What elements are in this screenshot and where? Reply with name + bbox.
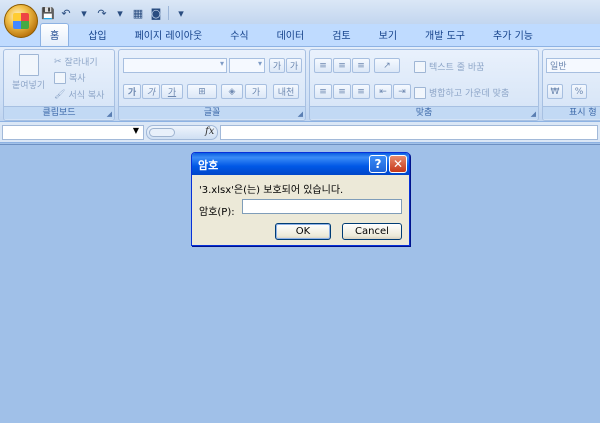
currency-button[interactable]: ₩	[547, 84, 563, 99]
ribbon: 붙여넣기 ✂잘라내기 복사 🖌서식 복사 클립보드 ◢ 가 가 가 가 가 ⊞ …	[0, 46, 600, 122]
password-dialog: 암호 ? ✕ '3.xlsx'은(는) 보호되어 있습니다. 암호(P): OK…	[191, 152, 410, 246]
name-box[interactable]: ▼	[2, 125, 144, 140]
expand-oval[interactable]	[149, 128, 175, 137]
password-label: 암호(P):	[199, 207, 235, 218]
tab-page-layout[interactable]: 페이지 레이아웃	[126, 24, 212, 46]
copy-icon	[54, 71, 66, 84]
clipboard-group: 붙여넣기 ✂ 잘라내기 복사 🖌 서식 복사 클립보드 ◢	[3, 49, 115, 121]
font-size-combo[interactable]	[229, 58, 265, 73]
alignment-group-label: 맞춤	[310, 106, 538, 119]
tab-review[interactable]: 검토	[323, 24, 359, 46]
cancel-button[interactable]: Cancel	[342, 223, 402, 240]
fill-bucket-icon: ◈	[228, 86, 236, 97]
tab-insert[interactable]: 삽입	[79, 24, 115, 46]
insert-function-icon[interactable]: fx	[205, 126, 214, 137]
qat-separator	[168, 6, 169, 20]
format-painter-label: 서식 복사	[68, 91, 105, 101]
align-bottom-button[interactable]: ≡	[352, 58, 370, 73]
font-color-button[interactable]: 가	[245, 84, 267, 99]
underline-button[interactable]: 가	[161, 84, 183, 99]
undo-dropdown-icon[interactable]: ▾	[76, 5, 92, 21]
increase-indent-button[interactable]: ⇥	[393, 84, 411, 99]
ok-button[interactable]: OK	[275, 223, 331, 240]
percent-button[interactable]: %	[571, 84, 587, 99]
formula-bar: ▼ fx	[0, 122, 600, 143]
cut-button[interactable]: ✂ 잘라내기	[54, 55, 98, 69]
grow-font-button[interactable]: 가	[269, 58, 285, 73]
clipboard-group-label: 클립보드	[4, 106, 114, 119]
customize-qat-icon[interactable]: ▾	[173, 5, 189, 21]
copy-label: 복사	[69, 74, 86, 84]
tab-developer[interactable]: 개발 도구	[416, 24, 474, 46]
tab-formulas[interactable]: 수식	[221, 24, 257, 46]
font-name-combo[interactable]	[123, 58, 227, 73]
align-center-button[interactable]: ≡	[333, 84, 351, 99]
brush-icon: 🖌	[54, 89, 66, 100]
dialog-message: '3.xlsx'은(는) 보호되어 있습니다.	[199, 185, 344, 196]
number-format-combo[interactable]: 일반	[546, 58, 600, 73]
format-painter-button[interactable]: 🖌 서식 복사	[54, 88, 105, 102]
font-group-label: 글꼴	[119, 106, 305, 119]
tab-add-ins[interactable]: 추가 기능	[484, 24, 542, 46]
merge-center-button[interactable]: 병합하고 가운데 맞춤	[414, 86, 509, 99]
phonetic-button[interactable]: 내천	[273, 84, 299, 99]
orientation-button[interactable]: ↗	[374, 58, 400, 73]
bold-button[interactable]: 가	[123, 84, 141, 99]
borders-button[interactable]: ⊞	[187, 84, 217, 99]
office-button[interactable]	[4, 4, 38, 38]
align-middle-button[interactable]: ≡	[333, 58, 351, 73]
formula-bar-controls: fx	[146, 125, 218, 140]
wrap-text-label: 텍스트 줄 바꿈	[429, 63, 485, 73]
redo-dropdown-icon[interactable]: ▾	[112, 5, 128, 21]
clipboard-launcher-icon[interactable]: ◢	[107, 110, 112, 118]
align-right-button[interactable]: ≡	[352, 84, 370, 99]
close-button[interactable]: ✕	[389, 155, 407, 173]
font-launcher-icon[interactable]: ◢	[298, 110, 303, 118]
office-logo-icon	[13, 13, 29, 29]
dialog-titlebar[interactable]: 암호 ? ✕	[192, 153, 409, 175]
fill-color-button[interactable]: ◈	[221, 84, 243, 99]
wrap-text-button[interactable]: 텍스트 줄 바꿈	[414, 60, 484, 73]
undo-icon[interactable]: ↶	[58, 5, 74, 21]
number-group: 일반 ₩ % 표시 형	[542, 49, 600, 121]
paste-label: 붙여넣기	[12, 81, 46, 91]
scissors-icon: ✂	[54, 56, 62, 67]
ribbon-tabs: 홈 삽입 페이지 레이아웃 수식 데이터 검토 보기 개발 도구 추가 기능	[40, 23, 552, 46]
camera-icon[interactable]: ◙	[148, 5, 164, 21]
cut-label: 잘라내기	[64, 58, 98, 68]
font-group: 가 가 가 가 가 ⊞ ◈ 가 내천 글꼴 ◢	[118, 49, 306, 121]
wrap-text-icon	[414, 60, 426, 73]
shrink-font-button[interactable]: 가	[286, 58, 302, 73]
alignment-launcher-icon[interactable]: ◢	[531, 110, 536, 118]
paste-icon	[18, 54, 39, 76]
decrease-indent-button[interactable]: ⇤	[374, 84, 392, 99]
borders-icon: ⊞	[198, 86, 206, 97]
paste-button[interactable]: 붙여넣기	[12, 54, 45, 91]
save-icon[interactable]: 💾	[40, 5, 56, 21]
redo-icon[interactable]: ↷	[94, 5, 110, 21]
tab-home[interactable]: 홈	[40, 23, 70, 46]
merge-center-label: 병합하고 가운데 맞춤	[429, 89, 510, 99]
tab-view[interactable]: 보기	[370, 24, 406, 46]
italic-button[interactable]: 가	[142, 84, 160, 99]
copy-button[interactable]: 복사	[54, 71, 86, 84]
password-input[interactable]	[242, 199, 402, 214]
formula-input[interactable]	[220, 125, 598, 140]
align-left-button[interactable]: ≡	[314, 84, 332, 99]
dialog-title: 암호	[198, 159, 219, 172]
name-box-dropdown-icon[interactable]: ▼	[133, 126, 139, 135]
number-group-label: 표시 형	[543, 106, 600, 119]
chart-icon[interactable]: ▦	[130, 5, 146, 21]
help-button[interactable]: ?	[369, 155, 387, 173]
align-top-button[interactable]: ≡	[314, 58, 332, 73]
merge-icon	[414, 86, 426, 99]
quick-access-toolbar: 💾 ↶ ▾ ↷ ▾ ▦ ◙ ▾	[40, 4, 189, 22]
tab-data[interactable]: 데이터	[268, 24, 314, 46]
alignment-group: ≡ ≡ ≡ ↗ 텍스트 줄 바꿈 ≡ ≡ ≡ ⇤ ⇥ 병합하고 가운데 맞춤 맞…	[309, 49, 539, 121]
